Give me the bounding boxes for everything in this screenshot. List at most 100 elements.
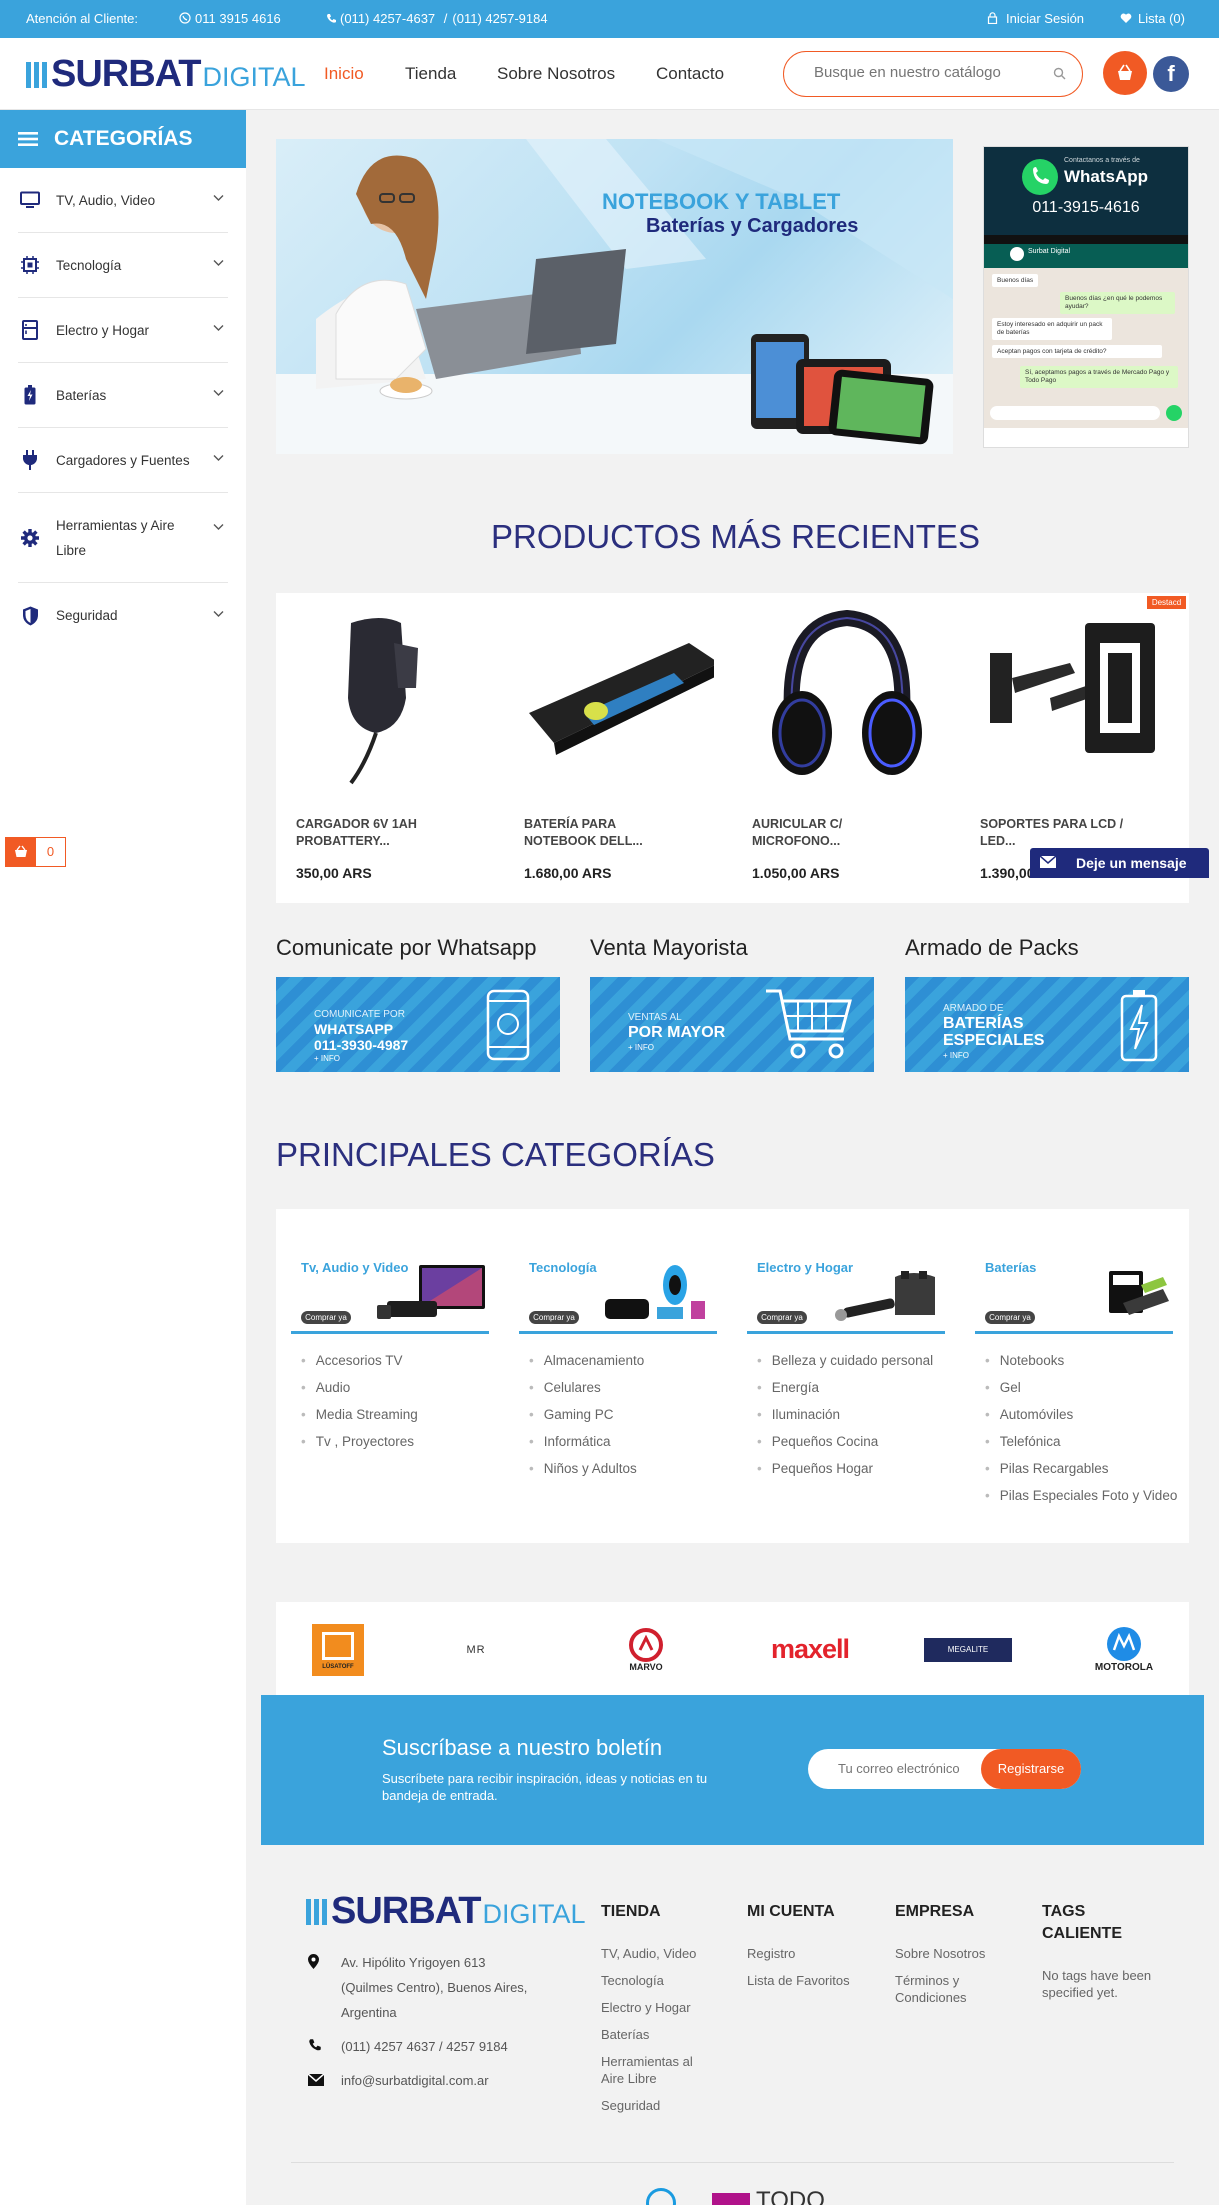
nav-sobre-nosotros[interactable]: Sobre Nosotros: [497, 64, 615, 84]
sidebar-item-herramientas[interactable]: Herramientas y Aire Libre: [18, 493, 228, 583]
footer-link[interactable]: Términos y Condiciones: [895, 1972, 1005, 2006]
footer-divider: [291, 2162, 1174, 2163]
list-item[interactable]: Pilas Recargables: [985, 1459, 1177, 1486]
sidebar-item-cargadores[interactable]: Cargadores y Fuentes: [18, 428, 228, 493]
category-banner[interactable]: Baterías Comprar ya: [975, 1239, 1173, 1334]
footer-link[interactable]: Lista de Favoritos: [747, 1972, 867, 1989]
brand-logo-maxell[interactable]: maxell: [760, 1622, 860, 1677]
product-card[interactable]: CARGADOR 6V 1AH PROBATTERY... 350,00 ARS: [276, 593, 504, 903]
product-card[interactable]: BATERÍA PARA NOTEBOOK DELL... 1.680,00 A…: [504, 593, 732, 903]
footer-link[interactable]: Seguridad: [601, 2097, 711, 2114]
list-item[interactable]: Almacenamiento: [529, 1351, 645, 1378]
list-item[interactable]: Accesorios TV: [301, 1351, 418, 1378]
footer-logo[interactable]: SURBAT DIGITAL: [306, 1892, 586, 1930]
sidebar-item-tv-audio-video[interactable]: TV, Audio, Video: [18, 168, 228, 233]
category-banner[interactable]: Tv, Audio y Video Comprar ya: [291, 1239, 489, 1334]
nav-inicio[interactable]: Inicio: [324, 64, 364, 84]
list-item[interactable]: Audio: [301, 1378, 418, 1405]
email-field[interactable]: [838, 1761, 988, 1776]
headset-image: [772, 609, 922, 775]
buy-now-button[interactable]: Comprar ya: [301, 1311, 351, 1324]
footer-link[interactable]: Registro: [747, 1945, 867, 1962]
whatsapp-card-header: Contactanos a través de WhatsApp 011-391…: [984, 147, 1188, 235]
footer-link[interactable]: Herramientas al Aire Libre: [601, 2053, 711, 2087]
list-item[interactable]: Gaming PC: [529, 1405, 644, 1432]
site-logo[interactable]: SURBAT DIGITAL: [26, 55, 306, 93]
list-item[interactable]: Pequeños Cocina: [757, 1432, 933, 1459]
brand-logo-marvo[interactable]: MARVO: [616, 1622, 676, 1677]
chevron-down-icon[interactable]: [213, 454, 224, 462]
footer-link[interactable]: Baterías: [601, 2026, 711, 2043]
chevron-down-icon[interactable]: [213, 610, 224, 618]
subscribe-button[interactable]: Registrarse: [981, 1749, 1081, 1789]
category-banner[interactable]: Tecnología Comprar ya: [519, 1239, 717, 1334]
buy-now-button[interactable]: Comprar ya: [757, 1311, 807, 1324]
promo-whatsapp[interactable]: COMUNICATE POR WHATSAPP 011-3930-4987 + …: [276, 977, 560, 1072]
sidebar-item-baterias[interactable]: Baterías: [18, 363, 228, 428]
hero-illustration: [276, 139, 953, 454]
hero-banner[interactable]: NOTEBOOK Y TABLET Baterías y Cargadores: [276, 139, 953, 454]
list-item[interactable]: Gel: [985, 1378, 1177, 1405]
floating-cart[interactable]: 0: [5, 837, 66, 867]
category-links: Notebooks Gel Automóviles Telefónica Pil…: [985, 1351, 1178, 1513]
category-banner[interactable]: Electro y Hogar Comprar ya: [747, 1239, 945, 1334]
buy-now-button[interactable]: Comprar ya: [529, 1311, 579, 1324]
whatsapp-card-number: 011-3915-4616: [1032, 199, 1140, 216]
footer-email[interactable]: info@surbatdigital.com.ar: [306, 2068, 536, 2093]
list-item[interactable]: Telefónica: [985, 1432, 1177, 1459]
sidebar-item-electro-hogar[interactable]: Electro y Hogar: [18, 298, 228, 363]
chevron-down-icon[interactable]: [213, 194, 224, 202]
product-name[interactable]: AURICULAR C/ MICROFONO...: [752, 816, 912, 850]
list-item[interactable]: Tv , Proyectores: [301, 1432, 418, 1459]
list-item[interactable]: Energía: [757, 1378, 933, 1405]
list-item[interactable]: Automóviles: [985, 1405, 1177, 1432]
search-input[interactable]: [814, 64, 1039, 81]
list-item[interactable]: Celulares: [529, 1378, 644, 1405]
brand-logo-motorola[interactable]: MOTOROLA: [1084, 1622, 1164, 1677]
product-name[interactable]: SOPORTES PARA LCD / LED...: [980, 816, 1140, 850]
product-name[interactable]: CARGADOR 6V 1AH PROBATTERY...: [296, 816, 456, 850]
product-name[interactable]: BATERÍA PARA NOTEBOOK DELL...: [524, 816, 684, 850]
chevron-down-icon[interactable]: [213, 324, 224, 332]
whatsapp-icon: [1022, 159, 1058, 195]
chevron-down-icon[interactable]: [213, 523, 224, 531]
brand-logo-mr[interactable]: MR: [451, 1622, 501, 1677]
list-item[interactable]: Notebooks: [985, 1351, 1177, 1378]
cart-button[interactable]: [1103, 51, 1147, 95]
whatsapp-contact[interactable]: 011 3915 4616: [179, 11, 281, 26]
footer-link[interactable]: TV, Audio, Video: [601, 1945, 711, 1962]
wishlist-link[interactable]: Lista (0): [1120, 11, 1185, 26]
footer-link[interactable]: Sobre Nosotros: [895, 1945, 1005, 1962]
list-item[interactable]: Pequeños Hogar: [757, 1459, 933, 1486]
footer-link[interactable]: Tecnología: [601, 1972, 711, 1989]
list-item[interactable]: Belleza y cuidado personal: [757, 1351, 933, 1378]
whatsapp-card[interactable]: Contactanos a través de WhatsApp 011-391…: [983, 146, 1189, 448]
brand-logo-lusatoff[interactable]: LÜSATOFF: [312, 1622, 364, 1677]
list-item[interactable]: Iluminación: [757, 1405, 933, 1432]
phone-contact[interactable]: (011) 4257-4637 /(011) 4257-9184: [326, 11, 548, 26]
promo-mayorista[interactable]: VENTAS AL POR MAYOR + INFO: [590, 977, 874, 1072]
sidebar-item-seguridad[interactable]: Seguridad: [18, 583, 228, 648]
product-card[interactable]: AURICULAR C/ MICROFONO... 1.050,00 ARS: [732, 593, 960, 903]
footer-email-text[interactable]: info@surbatdigital.com.ar: [341, 2073, 489, 2088]
brand-name: MARVO: [629, 1661, 663, 1672]
brand-logo-megalite[interactable]: MEGALITE: [924, 1622, 1012, 1677]
facebook-icon[interactable]: f: [1153, 56, 1189, 92]
buy-now-button[interactable]: Comprar ya: [985, 1311, 1035, 1324]
categories-header[interactable]: CATEGORÍAS: [0, 110, 246, 168]
list-item[interactable]: Media Streaming: [301, 1405, 418, 1432]
footer-link[interactable]: Electro y Hogar: [601, 1999, 711, 2016]
leave-message-button[interactable]: Deje un mensaje: [1030, 848, 1209, 878]
list-item[interactable]: Pilas Especiales Foto y Video: [985, 1486, 1178, 1513]
sidebar-item-tecnologia[interactable]: Tecnología: [18, 233, 228, 298]
chevron-down-icon[interactable]: [213, 259, 224, 267]
monitor-icon: [20, 191, 40, 208]
nav-tienda[interactable]: Tienda: [405, 64, 456, 84]
promo-packs[interactable]: ARMADO DE BATERÍAS ESPECIALES + INFO: [905, 977, 1189, 1072]
search-icon[interactable]: [1053, 67, 1066, 80]
login-link[interactable]: Iniciar Sesión: [987, 11, 1084, 26]
nav-contacto[interactable]: Contacto: [656, 64, 724, 84]
chevron-down-icon[interactable]: [213, 389, 224, 397]
list-item[interactable]: Niños y Adultos: [529, 1459, 644, 1486]
list-item[interactable]: Informática: [529, 1432, 644, 1459]
